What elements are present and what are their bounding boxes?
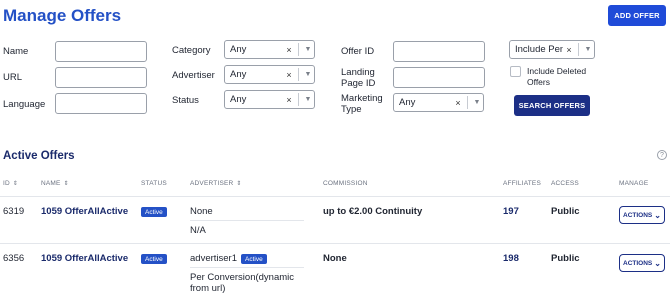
sort-icon[interactable]: ⇕ [13, 181, 18, 187]
marketing-type-select[interactable]: Any × ▼ [393, 93, 484, 112]
column-header-label: ADVERTISER [190, 180, 234, 187]
clear-icon[interactable]: × [452, 98, 464, 108]
clear-icon[interactable]: × [283, 45, 295, 55]
chevron-down-icon[interactable]: ▼ [302, 96, 314, 103]
clear-icon[interactable]: × [283, 70, 295, 80]
status-badge: Active [141, 254, 167, 264]
chevron-down-icon: ⌄ [654, 210, 661, 220]
select-separator [578, 43, 579, 56]
column-header-status: STATUS [141, 180, 167, 187]
marketing-type-label: Marketing Type [341, 93, 383, 115]
column-header-name[interactable]: NAME ⇕ [41, 180, 69, 187]
include-select[interactable]: Include Pen... × ▼ [509, 40, 595, 59]
actions-button[interactable]: ACTIONS ⌄ [619, 254, 665, 272]
category-select[interactable]: Any × ▼ [224, 40, 315, 59]
select-separator [298, 68, 299, 81]
table-divider [0, 196, 670, 197]
help-icon[interactable]: ? [657, 150, 667, 160]
column-header-label: NAME [41, 180, 61, 187]
offer-id-input[interactable] [393, 41, 485, 62]
column-header-manage: MANAGE [619, 180, 649, 187]
landing-page-id-label: Landing Page ID [341, 67, 376, 89]
sort-icon[interactable]: ⇕ [236, 181, 241, 187]
table-divider [0, 243, 670, 244]
chevron-down-icon: ⌄ [654, 258, 661, 268]
clear-icon[interactable]: × [563, 45, 575, 55]
chevron-down-icon[interactable]: ▼ [302, 71, 314, 78]
status-value: Any [230, 94, 247, 105]
include-deleted-label: Include Deleted Offers [527, 66, 587, 87]
clear-icon[interactable]: × [283, 95, 295, 105]
row-commission: None [323, 253, 347, 264]
row-advertiser: None [190, 206, 213, 217]
actions-button[interactable]: ACTIONS ⌄ [619, 206, 665, 224]
add-offer-button[interactable]: ADD OFFER [608, 5, 666, 26]
row-commission: up to €2.00 Continuity [323, 206, 423, 217]
category-label: Category [172, 45, 211, 56]
advertiser-label: Advertiser [172, 70, 215, 81]
landing-page-id-input[interactable] [393, 67, 485, 88]
offer-id-label: Offer ID [341, 46, 375, 57]
section-title: Active Offers [3, 150, 75, 162]
advertiser-select[interactable]: Any × ▼ [224, 65, 315, 84]
row-advertiser-sub: Per Conversion(dynamic from url) [190, 272, 295, 294]
url-input[interactable] [55, 67, 147, 88]
category-value: Any [230, 44, 247, 55]
row-access: Public [551, 253, 580, 264]
search-offers-button[interactable]: SEARCH OFFERS [514, 95, 590, 116]
page-title: Manage Offers [3, 6, 122, 25]
actions-label: ACTIONS [623, 259, 653, 267]
chevron-down-icon[interactable]: ▼ [302, 46, 314, 53]
cell-divider [190, 220, 304, 221]
include-value: Include Pen... [515, 44, 563, 55]
row-name-link[interactable]: 1059 OfferAllActive [41, 206, 128, 217]
column-header-id[interactable]: ID ⇕ [3, 180, 18, 187]
status-badge: Active [141, 207, 167, 217]
select-separator [298, 43, 299, 56]
column-header-affiliates: AFFILIATES [503, 180, 541, 187]
row-affiliates-link[interactable]: 197 [503, 206, 519, 217]
select-separator [467, 96, 468, 109]
url-label: URL [3, 72, 23, 83]
row-access: Public [551, 206, 580, 217]
status-label: Status [172, 95, 199, 106]
cell-divider [190, 267, 304, 268]
column-header-access: ACCESS [551, 180, 579, 187]
actions-label: ACTIONS [623, 211, 653, 219]
advertiser-value: Any [230, 69, 247, 80]
sort-icon[interactable]: ⇕ [64, 181, 69, 187]
language-label: Language [3, 99, 46, 110]
row-id: 6356 [3, 253, 25, 264]
chevron-down-icon[interactable]: ▼ [582, 46, 594, 53]
chevron-down-icon[interactable]: ▼ [471, 99, 483, 106]
row-advertiser-sub: N/A [190, 225, 206, 236]
row-name-link[interactable]: 1059 OfferAllActive [41, 253, 128, 264]
status-select[interactable]: Any × ▼ [224, 90, 315, 109]
row-affiliates-link[interactable]: 198 [503, 253, 519, 264]
column-header-label: ID [3, 180, 10, 187]
include-deleted-checkbox[interactable] [510, 66, 521, 77]
name-input[interactable] [55, 41, 147, 62]
marketing-type-value: Any [399, 97, 416, 108]
row-advertiser: advertiser1 [190, 253, 237, 264]
column-header-advertiser[interactable]: ADVERTISER ⇕ [190, 180, 242, 187]
row-id: 6319 [3, 206, 25, 217]
advertiser-status-badge: Active [241, 254, 267, 264]
column-header-commission: COMMISSION [323, 180, 368, 187]
name-label: Name [3, 46, 29, 57]
select-separator [298, 93, 299, 106]
language-input[interactable] [55, 93, 147, 114]
